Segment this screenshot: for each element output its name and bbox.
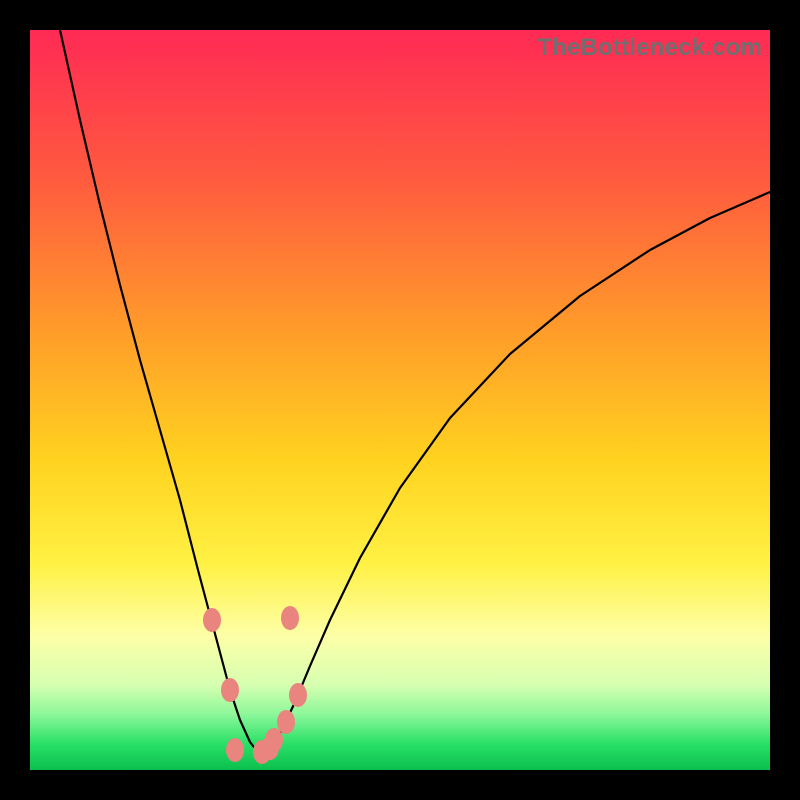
marker-0 [203,608,221,632]
outer-frame: TheBottleneck.com [0,0,800,800]
marker-7 [289,683,307,707]
marker-5 [265,728,283,752]
marker-6 [277,710,295,734]
plot-area: TheBottleneck.com [30,30,770,770]
bottleneck-curve [60,30,770,755]
curve-layer [30,30,770,770]
marker-2 [226,738,244,762]
marker-1 [221,678,239,702]
marker-8 [281,606,299,630]
curve-markers [203,606,307,764]
watermark-text: TheBottleneck.com [537,34,762,62]
